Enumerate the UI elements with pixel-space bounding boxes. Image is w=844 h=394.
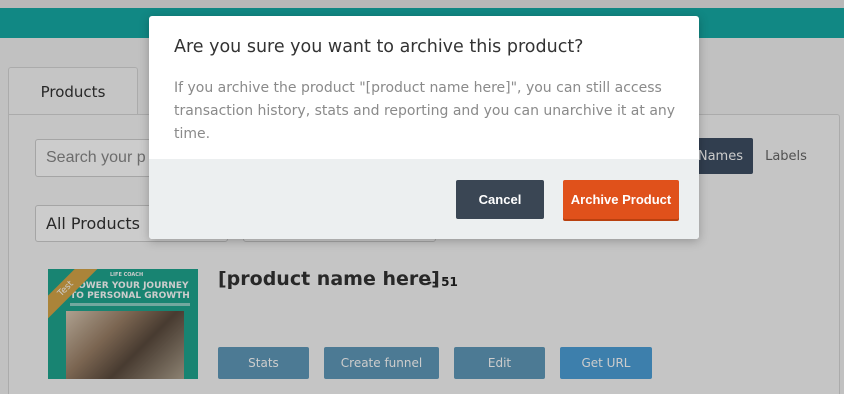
archive-product-button[interactable]: Archive Product: [563, 180, 679, 219]
dialog-message: If you archive the product "[product nam…: [174, 80, 676, 142]
cancel-button[interactable]: Cancel: [456, 180, 544, 219]
archive-confirm-dialog: Are you sure you want to archive this pr…: [149, 16, 699, 239]
dialog-title: Are you sure you want to archive this pr…: [174, 37, 584, 57]
archive-product-button-label: Archive Product: [570, 192, 672, 207]
cancel-button-label: Cancel: [478, 192, 522, 207]
